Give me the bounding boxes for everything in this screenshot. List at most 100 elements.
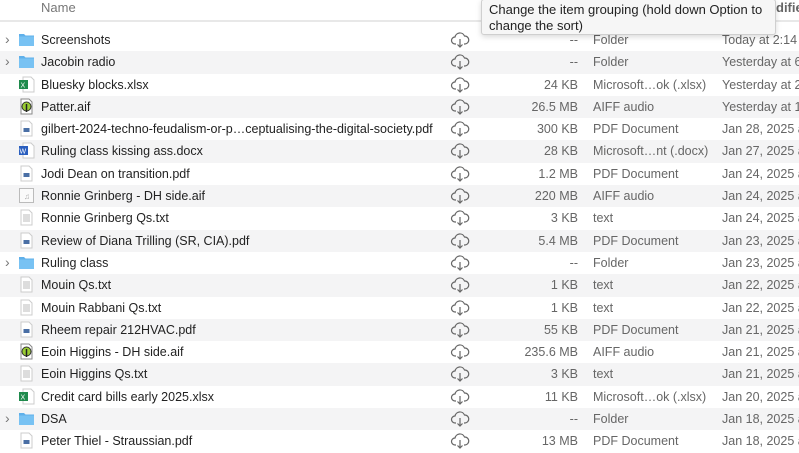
- cloud-download-icon[interactable]: [450, 142, 470, 160]
- file-name: Rheem repair 212HVAC.pdf: [41, 322, 196, 337]
- svg-text:X: X: [21, 82, 26, 89]
- aif-green-file-icon: [18, 98, 35, 115]
- file-size: 300 KB: [536, 122, 578, 137]
- file-row[interactable]: Peter Thiel - Straussian.pdf 13 MB PDF Doc…: [0, 430, 799, 452]
- file-name: Jodi Dean on transition.pdf: [41, 166, 190, 181]
- file-date: Yesterday at 1:: [722, 99, 799, 114]
- file-row[interactable]: Mouin Rabbani Qs.txt 1 KB text Jan 22, 2025…: [0, 297, 799, 319]
- cloud-download-icon[interactable]: [450, 53, 470, 71]
- file-size: 11 KB: [544, 389, 578, 404]
- file-size: 24 KB: [543, 77, 578, 92]
- txt-file-icon: [18, 299, 35, 316]
- cloud-download-icon[interactable]: [450, 254, 470, 272]
- pdf-file-icon: [18, 165, 35, 182]
- file-row[interactable]: Eoin Higgins - DH side.aif 235.6 MB AIFF a…: [0, 341, 799, 363]
- file-row[interactable]: Rheem repair 212HVAC.pdf 55 KB PDF Documen…: [0, 318, 799, 342]
- txt-file-icon: [18, 365, 35, 382]
- file-kind: text: [593, 278, 614, 293]
- file-size: 3 KB: [550, 211, 578, 226]
- file-date: Yesterday at 6: [722, 55, 799, 70]
- cloud-download-icon[interactable]: [450, 98, 470, 116]
- cloud-download-icon[interactable]: [450, 410, 470, 428]
- xlsx-file-icon: X: [18, 388, 35, 405]
- file-size: 5.4 MB: [538, 233, 578, 248]
- file-size: 1 KB: [550, 278, 578, 293]
- file-row[interactable]: › Ruling class -- Folder Jan 23, 2025 a: [0, 252, 799, 274]
- disclosure-chevron-icon[interactable]: ›: [5, 254, 10, 270]
- file-name: Ronnie Grinberg - DH side.aif: [41, 189, 205, 204]
- cloud-download-icon[interactable]: [450, 76, 470, 94]
- file-date: Jan 18, 2025 a: [722, 412, 799, 427]
- aif-file-icon: ♫: [18, 187, 35, 204]
- file-row[interactable]: Eoin Higgins Qs.txt 3 KB text Jan 21, 2025 …: [0, 363, 799, 386]
- cloud-download-icon[interactable]: [450, 165, 470, 183]
- file-name: Ruling class: [41, 255, 109, 270]
- file-kind: Microsoft…ok (.xlsx): [593, 389, 707, 404]
- file-date: Jan 21, 2025 a: [722, 322, 799, 337]
- cloud-download-icon[interactable]: [450, 187, 470, 205]
- folder-file-icon: [18, 31, 35, 48]
- cloud-download-icon[interactable]: [450, 321, 470, 339]
- disclosure-chevron-icon[interactable]: ›: [5, 410, 10, 426]
- file-name: Patter.aif: [41, 99, 91, 114]
- cloud-download-icon[interactable]: [450, 120, 470, 138]
- file-name: Bluesky blocks.xlsx: [41, 77, 149, 92]
- disclosure-chevron-icon[interactable]: ›: [5, 31, 10, 47]
- pdf-file-icon: [18, 432, 35, 449]
- cloud-download-icon[interactable]: [450, 209, 470, 227]
- file-row[interactable]: X Credit card bills early 2025.xlsx 11 KB M…: [0, 386, 799, 408]
- file-date: Jan 28, 2025 a: [722, 122, 799, 137]
- file-kind: Microsoft…ok (.xlsx): [593, 77, 707, 92]
- file-name: Ronnie Grinberg Qs.txt: [41, 211, 169, 226]
- file-row[interactable]: Review of Diana Trilling (SR, CIA).pdf 5.…: [0, 229, 799, 252]
- xlsx-file-icon: X: [18, 76, 35, 93]
- file-date: Jan 20, 2025 a: [722, 389, 799, 404]
- file-size: 55 KB: [543, 322, 578, 337]
- date-modified-column-header[interactable]: difie: [776, 0, 799, 15]
- svg-text:♫: ♫: [24, 192, 30, 201]
- file-row[interactable]: X Bluesky blocks.xlsx 24 KB Microsoft…ok (.…: [0, 74, 799, 96]
- file-date: Jan 27, 2025 a: [722, 144, 799, 159]
- file-name: gilbert-2024-techno-feudalism-or-p…ceptu…: [41, 122, 433, 137]
- cloud-download-icon[interactable]: [450, 388, 470, 406]
- disclosure-chevron-icon[interactable]: ›: [5, 53, 10, 69]
- svg-text:W: W: [20, 149, 27, 156]
- cloud-download-icon[interactable]: [450, 299, 470, 317]
- file-row[interactable]: W Ruling class kissing ass.docx 28 KB Micro…: [0, 140, 799, 163]
- txt-file-icon: [18, 209, 35, 226]
- name-column-header[interactable]: Name: [41, 0, 76, 15]
- file-row[interactable]: › Jacobin radio -- Folder Yesterday at 6: [0, 51, 799, 74]
- pdf-file-icon: [18, 120, 35, 137]
- cloud-download-icon[interactable]: [450, 31, 470, 49]
- file-date: Yesterday at 2: [722, 77, 799, 92]
- file-kind: PDF Document: [593, 166, 679, 181]
- cloud-download-icon[interactable]: [450, 365, 470, 383]
- cloud-download-icon[interactable]: [450, 276, 470, 294]
- file-row[interactable]: ♫ Ronnie Grinberg - DH side.aif 220 MB AIFF…: [0, 185, 799, 208]
- file-row[interactable]: › DSA -- Folder Jan 18, 2025 a: [0, 408, 799, 431]
- file-kind: PDF Document: [593, 122, 679, 137]
- file-row[interactable]: gilbert-2024-techno-feudalism-or-p…ceptu…: [0, 118, 799, 140]
- file-row[interactable]: Jodi Dean on transition.pdf 1.2 MB PDF Doc…: [0, 163, 799, 185]
- file-size: --: [569, 412, 578, 427]
- file-size: --: [569, 33, 578, 47]
- file-name: Review of Diana Trilling (SR, CIA).pdf: [41, 233, 250, 248]
- file-date: Jan 21, 2025 a: [722, 345, 799, 360]
- file-date: Today at 2:14 P: [722, 33, 799, 47]
- file-kind: PDF Document: [593, 434, 679, 449]
- cloud-download-icon[interactable]: [450, 343, 470, 361]
- cloud-download-icon[interactable]: [450, 232, 470, 250]
- file-row[interactable]: Ronnie Grinberg Qs.txt 3 KB text Jan 24, 20…: [0, 207, 799, 229]
- file-name: Eoin Higgins - DH side.aif: [41, 345, 184, 360]
- file-row[interactable]: Patter.aif 26.5 MB AIFF audio Yesterday at …: [0, 95, 799, 119]
- file-name: Credit card bills early 2025.xlsx: [41, 389, 214, 404]
- pdf-file-icon: [18, 232, 35, 249]
- file-size: --: [569, 55, 578, 70]
- file-row[interactable]: Mouin Qs.txt 1 KB text Jan 22, 2025 a: [0, 274, 799, 297]
- tooltip: Change the item grouping (hold down Opti…: [481, 0, 776, 35]
- file-size: 220 MB: [534, 189, 578, 204]
- file-date: Jan 18, 2025 a: [722, 434, 799, 449]
- cloud-download-icon[interactable]: [450, 432, 470, 450]
- file-size: 3 KB: [550, 367, 578, 382]
- file-size: --: [569, 255, 578, 270]
